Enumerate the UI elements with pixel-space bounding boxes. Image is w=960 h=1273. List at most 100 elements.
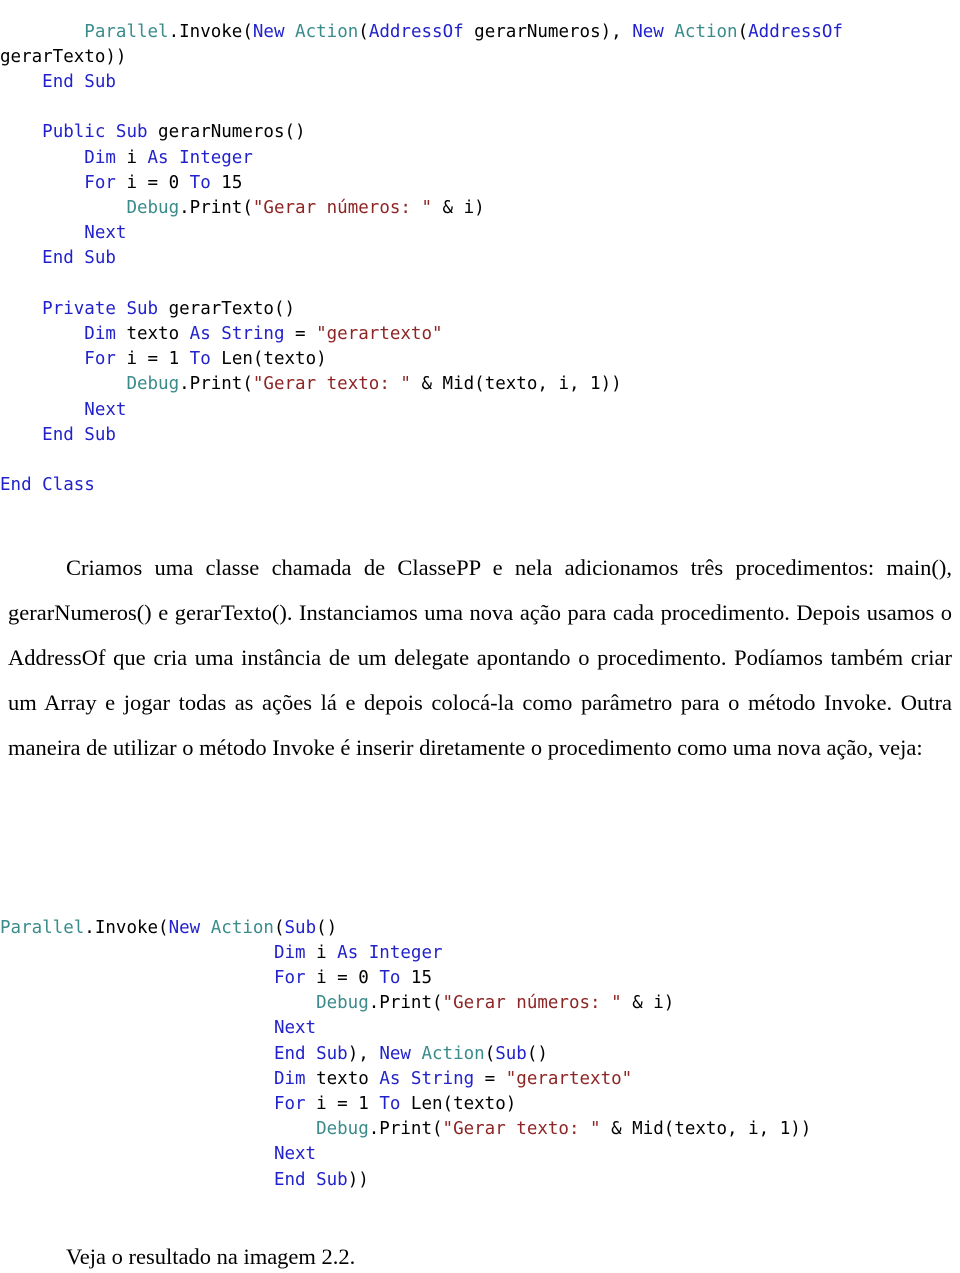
- code-token-plain: i = 1: [305, 1093, 380, 1114]
- code-token-plain: )): [347, 1169, 369, 1190]
- code-token-plain: i: [115, 147, 148, 168]
- code-token-plain: =: [284, 323, 317, 344]
- code-token-keyword: Dim: [273, 942, 306, 963]
- code-token-plain: (: [273, 917, 285, 938]
- code-line: Next: [0, 398, 960, 423]
- code-token-keyword: Public Sub: [42, 122, 148, 143]
- code-token-plain: i = 0: [115, 172, 190, 193]
- code-line: Debug.Print("Gerar números: " & i): [0, 196, 960, 221]
- code-token-plain: texto: [115, 323, 190, 344]
- code-token-plain: gerarNumeros),: [463, 21, 633, 42]
- code-line: End Class: [0, 473, 960, 498]
- code-token-keyword: New: [632, 21, 664, 42]
- code-token-keyword: For: [273, 1093, 306, 1114]
- code-token-plain: =: [474, 1068, 506, 1089]
- code-token-plain: ),: [347, 1043, 380, 1064]
- code-token-keyword: Next: [84, 223, 127, 244]
- code-token-keyword: End Class: [0, 475, 95, 496]
- code-token-plain: i = 1: [115, 349, 190, 370]
- code-token-plain: i: [305, 942, 338, 963]
- document-page: Parallel.Invoke(New Action(AddressOf ger…: [0, 0, 960, 1269]
- code-token-plain: (: [358, 21, 369, 42]
- code-line: For i = 1 To Len(texto): [0, 347, 960, 372]
- code-token-plain: & Mid(texto, i, 1)): [410, 374, 622, 395]
- code-token-string: "gerartexto": [316, 323, 443, 344]
- code-token-plain: .Invoke(: [168, 21, 253, 42]
- code-token-keyword: Private Sub: [42, 298, 159, 319]
- code-line: Public Sub gerarNumeros(): [0, 120, 960, 145]
- code-token-plain: & Mid(texto, i, 1)): [600, 1119, 812, 1140]
- code-token-plain: gerarTexto(): [158, 298, 296, 319]
- code-token-keyword: Dim: [84, 147, 116, 168]
- code-token-type: Debug: [126, 197, 180, 218]
- code-token-keyword: End Sub: [42, 424, 116, 445]
- code-line: Parallel.Invoke(New Action(AddressOf ger…: [0, 20, 960, 45]
- code-token-keyword: To: [379, 1093, 401, 1114]
- code-token-type: Action: [421, 1043, 485, 1064]
- code-block-vb-class: Parallel.Invoke(New Action(AddressOf ger…: [0, 20, 960, 499]
- code-line: For i = 0 To 15: [0, 966, 960, 991]
- code-token-keyword: AddressOf: [748, 21, 843, 42]
- code-token-plain: texto: [305, 1068, 380, 1089]
- code-line: Debug.Print("Gerar números: " & i): [0, 991, 960, 1016]
- code-token-keyword: As String: [189, 323, 285, 344]
- code-line: End Sub)): [0, 1168, 960, 1193]
- code-token-plain: gerarTexto)): [0, 46, 127, 67]
- code-line: Dim i As Integer: [0, 146, 960, 171]
- code-token-plain: & i): [621, 993, 675, 1014]
- code-token-plain: 15: [400, 967, 432, 988]
- code-token-type: Action: [295, 21, 359, 42]
- code-token-keyword: New: [379, 1043, 411, 1064]
- code-token-type: Action: [210, 917, 274, 938]
- code-line: gerarTexto)): [0, 45, 960, 70]
- code-block-vb-lambda: Parallel.Invoke(New Action(Sub() Dim i A…: [0, 916, 960, 1193]
- code-token-plain: (: [737, 21, 749, 42]
- code-line: Next: [0, 1142, 960, 1167]
- code-token-plain: .Print(: [368, 993, 443, 1014]
- code-token-keyword: End Sub: [273, 1169, 348, 1190]
- code-line: End Sub: [0, 70, 960, 95]
- code-token-plain: (): [316, 917, 338, 938]
- code-token-keyword: To: [189, 172, 211, 193]
- code-line: For i = 0 To 15: [0, 171, 960, 196]
- code-token-string: "Gerar texto: ": [442, 1119, 601, 1140]
- code-token-plain: & i): [432, 197, 485, 218]
- code-token-keyword: New: [252, 21, 285, 42]
- code-line: Dim i As Integer: [0, 941, 960, 966]
- code-token-keyword: Next: [273, 1144, 317, 1165]
- code-token-keyword: As String: [379, 1068, 475, 1089]
- code-line: Debug.Print("Gerar texto: " & Mid(texto,…: [0, 1117, 960, 1142]
- code-token-plain: gerarNumeros(): [147, 122, 306, 143]
- code-line: End Sub: [0, 423, 960, 448]
- code-token-string: "Gerar números: ": [442, 993, 622, 1014]
- code-token-keyword: End Sub: [273, 1043, 348, 1064]
- code-token-type: Debug: [126, 374, 180, 395]
- code-line: For i = 1 To Len(texto): [0, 1092, 960, 1117]
- code-line: Debug.Print("Gerar texto: " & Mid(texto,…: [0, 372, 960, 397]
- code-token-keyword: End Sub: [42, 71, 116, 92]
- code-line: Dim texto As String = "gerartexto": [0, 1067, 960, 1092]
- code-line: Next: [0, 221, 960, 246]
- code-token-keyword: Next: [84, 399, 127, 420]
- code-token-string: "gerartexto": [505, 1068, 633, 1089]
- code-token-plain: (: [484, 1043, 496, 1064]
- code-token-keyword: Sub: [495, 1043, 527, 1064]
- code-token-plain: (): [526, 1043, 548, 1064]
- code-token-plain: 15: [210, 172, 243, 193]
- code-token-type: Action: [674, 21, 738, 42]
- paragraph-explanation: Criamos uma classe chamada de ClassePP e…: [8, 554, 952, 760]
- code-token-type: Parallel: [84, 21, 169, 42]
- code-token-plain: Len(texto): [210, 349, 327, 370]
- code-token-plain: .Print(: [368, 1119, 443, 1140]
- code-token-plain: .Print(: [179, 374, 253, 395]
- code-token-keyword: Dim: [84, 323, 116, 344]
- code-token-type: Parallel: [0, 917, 85, 938]
- code-token-plain: .Print(: [179, 197, 253, 218]
- code-token-keyword: Sub: [284, 917, 317, 938]
